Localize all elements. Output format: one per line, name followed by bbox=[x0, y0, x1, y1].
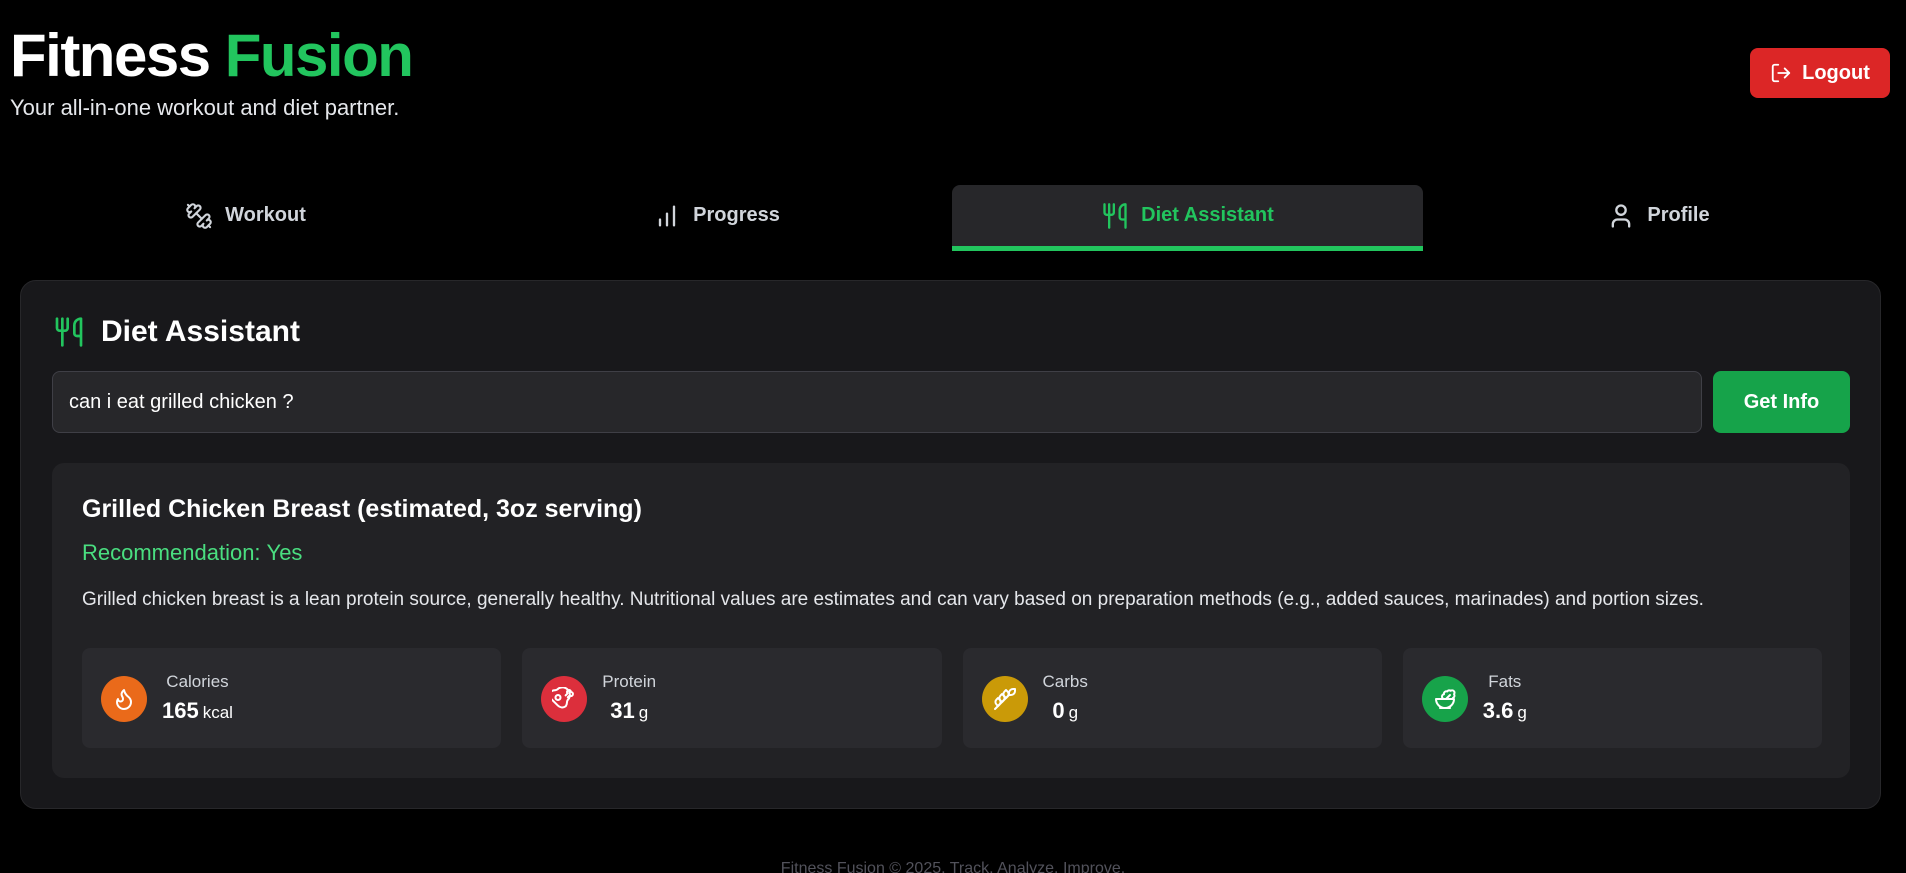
stat-value: 165 kcal bbox=[162, 697, 233, 727]
stat-unit: g bbox=[638, 703, 649, 722]
dumbbell-icon bbox=[185, 202, 213, 230]
stat-calories-text: Calories 165 kcal bbox=[162, 671, 233, 727]
stat-fats: Fats 3.6 g bbox=[1402, 648, 1822, 748]
meat-icon bbox=[541, 676, 588, 722]
diet-assistant-panel: Diet Assistant Get Info Grilled Chicken … bbox=[20, 280, 1881, 809]
stat-number: 31 bbox=[610, 698, 635, 723]
tab-workout[interactable]: Workout bbox=[10, 185, 481, 251]
panel-title-text: Diet Assistant bbox=[101, 315, 300, 348]
panel-title: Diet Assistant bbox=[53, 315, 300, 349]
tab-diet-assistant[interactable]: Diet Assistant bbox=[952, 185, 1423, 251]
app-title: Fitness Fusion bbox=[10, 18, 414, 94]
result-panel: Grilled Chicken Breast (estimated, 3oz s… bbox=[52, 463, 1850, 778]
tab-diet-assistant-label: Diet Assistant bbox=[1141, 204, 1274, 226]
recommendation-label: Recommendation: bbox=[82, 540, 261, 565]
footer-text: Fitness Fusion © 2025. Track. Analyze. I… bbox=[780, 860, 1126, 873]
tab-progress-label: Progress bbox=[693, 204, 780, 226]
stat-carbs-text: Carbs 0g bbox=[1043, 671, 1088, 727]
stat-calories: Calories 165 kcal bbox=[82, 648, 502, 748]
stat-fats-text: Fats 3.6 g bbox=[1483, 671, 1527, 727]
food-title: Grilled Chicken Breast (estimated, 3oz s… bbox=[82, 495, 642, 523]
app-title-part1: Fitness bbox=[10, 22, 211, 89]
app-root: Fitness Fusion Your all-in-one workout a… bbox=[0, 0, 1906, 873]
stat-label: Carbs bbox=[1042, 672, 1088, 691]
app-tagline: Your all-in-one workout and diet partner… bbox=[10, 95, 400, 120]
stat-value: 3.6 g bbox=[1483, 697, 1527, 727]
stat-carbs: Carbs 0g bbox=[962, 648, 1382, 748]
tab-workout-label: Workout bbox=[225, 204, 306, 226]
user-icon bbox=[1607, 202, 1635, 230]
logout-icon bbox=[1770, 62, 1792, 84]
food-query-input[interactable] bbox=[52, 371, 1702, 433]
get-info-button[interactable]: Get Info bbox=[1713, 371, 1850, 433]
nutrition-stats: Calories 165 kcal Protein 31 g Carbs 0 g… bbox=[82, 648, 1822, 748]
recommendation-value: Yes bbox=[266, 540, 303, 565]
stat-label: Protein bbox=[602, 672, 657, 691]
logout-label: Logout bbox=[1802, 61, 1870, 84]
food-description: Grilled chicken breast is a lean protein… bbox=[82, 589, 1704, 610]
stat-label: Fats bbox=[1488, 672, 1522, 691]
stat-label: Calories bbox=[166, 672, 229, 691]
stat-protein-text: Protein 31 g bbox=[602, 671, 656, 727]
header: Fitness Fusion Your all-in-one workout a… bbox=[10, 18, 414, 122]
logout-button[interactable]: Logout bbox=[1750, 48, 1890, 98]
stat-unit: g bbox=[1517, 703, 1527, 722]
stat-protein: Protein 31 g bbox=[522, 648, 942, 748]
bar-chart-icon bbox=[653, 202, 681, 230]
stat-value: 0g bbox=[1043, 697, 1088, 727]
stat-number: 165 bbox=[162, 698, 199, 723]
main-tabs: Workout Progress Diet Assistant Profile bbox=[10, 185, 1894, 251]
stat-unit: g bbox=[1068, 703, 1079, 722]
utensils-icon bbox=[53, 316, 85, 348]
utensils-icon bbox=[1101, 202, 1129, 230]
tab-profile[interactable]: Profile bbox=[1423, 185, 1894, 251]
stat-number: 3.6 bbox=[1482, 698, 1514, 723]
tab-progress[interactable]: Progress bbox=[481, 185, 952, 251]
app-title-part2: Fusion bbox=[224, 22, 414, 89]
stat-unit: kcal bbox=[202, 703, 233, 722]
stat-value: 31 g bbox=[602, 697, 656, 727]
salad-icon bbox=[1421, 676, 1468, 722]
stat-number: 0 bbox=[1052, 698, 1065, 723]
recommendation: Recommendation: Yes bbox=[82, 540, 302, 566]
tab-profile-label: Profile bbox=[1647, 204, 1710, 226]
wheat-icon bbox=[981, 676, 1028, 722]
flame-icon bbox=[101, 676, 147, 722]
